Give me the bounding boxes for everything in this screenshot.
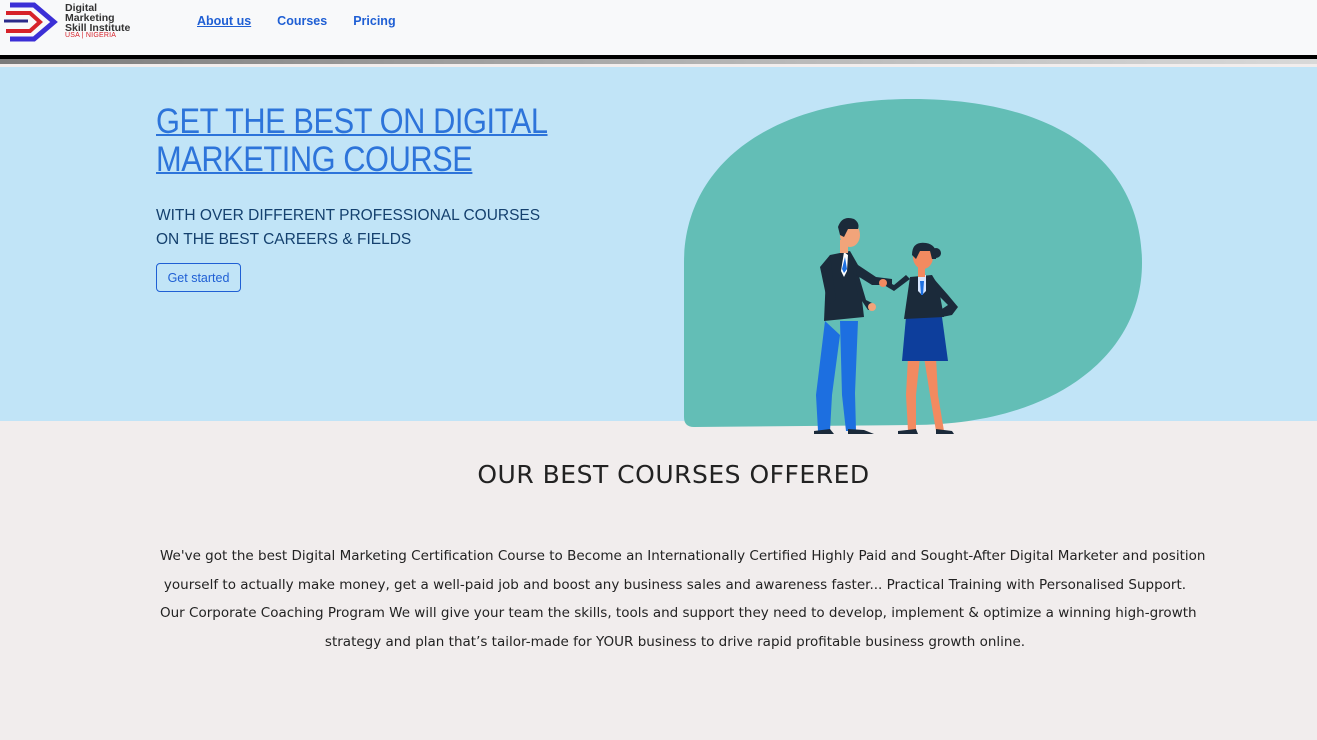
courses-description-line: strategy and plan that’s tailor-made for…	[324, 633, 1026, 650]
nav-link-courses[interactable]: Courses	[277, 14, 327, 28]
nav-link-about-us[interactable]: About us	[197, 14, 251, 28]
courses-description-line: yourself to actually make money, get a w…	[163, 576, 1187, 593]
get-started-button[interactable]: Get started	[156, 263, 241, 292]
header-divider-shadow	[0, 59, 1317, 64]
courses-heading: OUR BEST COURSES OFFERED	[477, 460, 870, 489]
courses-description-line: We've got the best Digital Marketing Cer…	[160, 548, 1206, 564]
hero-title[interactable]: GET THE BEST ON DIGITAL MARKETING COURSE	[156, 103, 614, 179]
top-navbar: Digital Marketing Skill Institute USA | …	[0, 0, 1317, 55]
courses-description-line: Our Corporate Coaching Program We will g…	[160, 605, 1197, 622]
hero-subtitle-line: ON THE BEST CAREERS & FIELDS	[156, 231, 412, 248]
brand-name: Digital Marketing Skill Institute	[65, 3, 130, 34]
courses-description: We've got the best Digital Marketing Cer…	[160, 542, 1206, 656]
main-nav: About us Courses Pricing	[197, 14, 422, 28]
brand-logo[interactable]: Digital Marketing Skill Institute USA | …	[2, 1, 152, 43]
hero-subtitle-line: WITH OVER DIFFERENT PROFESSIONAL COURSES	[156, 207, 541, 224]
brand-tagline: USA | NIGERIA	[65, 32, 117, 39]
hero-subtitle: WITH OVER DIFFERENT PROFESSIONAL COURSES…	[156, 204, 576, 252]
handshake-illustration	[684, 99, 1142, 434]
nav-link-pricing[interactable]: Pricing	[353, 14, 395, 28]
logo-chevron-icon	[4, 2, 58, 42]
